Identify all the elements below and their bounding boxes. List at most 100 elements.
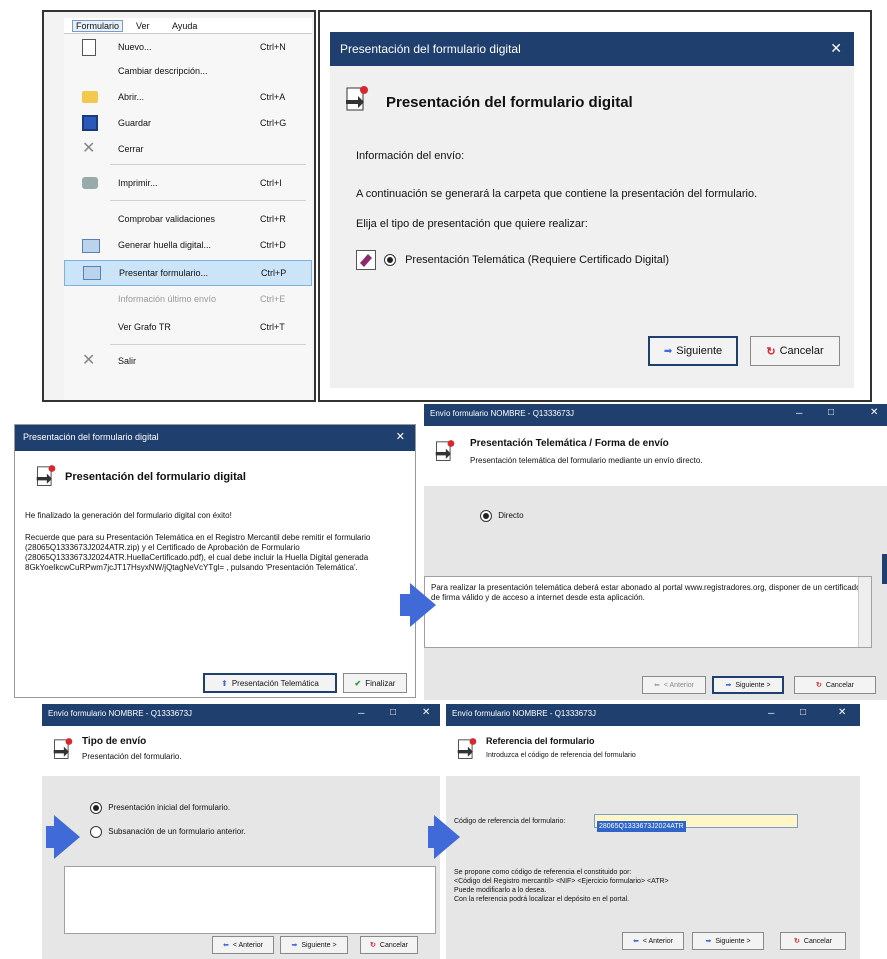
minimize-icon[interactable]: ─ [358,708,364,718]
option-directo[interactable]: Directo [480,510,524,522]
dialog-title: Presentación del formulario digital [23,432,159,442]
minimize-icon[interactable]: ─ [796,408,802,418]
send-form-icon [83,266,101,280]
wizard-titlebar: Envío formulario NOMBRE - Q1333673J ─ □ … [424,404,887,426]
menu-bar-formulario[interactable]: Formulario [72,20,124,32]
arrow-left-icon: ⬅ [653,682,660,689]
close-icon[interactable]: ✕ [422,707,430,718]
cancelar-button[interactable]: ↻ Cancelar [750,336,840,366]
dialog-titlebar: Presentación del formulario digital ✕ [330,32,854,66]
wizard-heading: Tipo de envío [82,736,147,747]
siguiente-button[interactable]: ➡ Siguiente [648,336,738,366]
wizard-titlebar: Envío formulario NOMBRE - Q1333673J ─ □ … [42,704,440,726]
portal-note-text: Para realizar la presentación telemática… [431,583,861,602]
menu-item-comprobar-validaciones[interactable]: Comprobar validaciones Ctrl+R [64,208,312,230]
info-line-2: Elija el tipo de presentación que quiere… [356,218,588,230]
menu-item-presentar-formulario[interactable]: Presentar formulario... Ctrl+P [64,260,312,286]
maximize-icon[interactable]: □ [800,707,806,718]
finalizar-button[interactable]: ✔ Finalizar [343,673,407,693]
presentacion-telematica-button[interactable]: ⬆ Presentación Telemática [203,673,337,693]
menu-item-ver-grafo-tr[interactable]: Ver Grafo TR Ctrl+T [64,316,312,338]
menu-separator [110,164,306,165]
cancel-icon: ↻ [816,682,822,689]
anterior-button[interactable]: ⬅ < Anterior [622,932,684,950]
menu-separator [110,200,306,201]
radio-telematica[interactable] [384,254,396,267]
maximize-icon[interactable]: □ [390,707,396,718]
cancel-icon: ↻ [766,345,776,358]
close-icon[interactable]: ✕ [830,40,842,57]
fingerprint-document-icon [82,239,100,253]
wizard-titlebar: Envío formulario NOMBRE - Q1333673J ─ □ … [446,704,860,726]
radio-directo[interactable] [480,510,492,522]
dialog-title: Presentación del formulario digital [340,42,521,56]
menu-bar-ver[interactable]: Ver [136,21,150,31]
wizard-header: Tipo de envío Presentación del formulari… [42,726,440,776]
reference-note: Se propone como código de referencia el … [454,869,669,903]
option-subsanacion[interactable]: Subsanación de un formulario anterior. [90,826,246,838]
envio-wizard-referencia: Envío formulario NOMBRE - Q1333673J ─ □ … [446,704,860,959]
form-arrow-icon [456,738,478,764]
telematica-book-icon [356,250,376,270]
option-subsanacion-label: Subsanación de un formulario anterior. [108,827,246,837]
dialog-heading: Presentación del formulario digital [386,94,633,111]
cancelar-button[interactable]: ↻ Cancelar [794,676,876,694]
siguiente-button[interactable]: ➡ Siguiente > [692,932,764,950]
form-arrow-icon [434,440,456,466]
menu-item-guardar[interactable]: Guardar Ctrl+G [64,112,312,134]
exit-x-icon: ✕ [82,352,96,369]
printer-icon [82,177,98,189]
wizard-title: Envío formulario NOMBRE - Q1333673J [48,709,193,718]
wizard-subheading: Introduzca el código de referencia del f… [486,752,636,759]
menu-bar: Formulario Ver Ayuda [64,18,312,34]
reference-input[interactable]: 28065Q1333673J2024ATR [594,814,798,832]
menu-item-imprimir[interactable]: Imprimir... Ctrl+I [64,172,312,194]
cancelar-button[interactable]: ↻ Cancelar [360,936,418,954]
menu-item-cerrar[interactable]: ✕ Cerrar [64,138,312,160]
form-arrow-icon [52,738,74,764]
form-arrow-icon [344,86,368,112]
menu-item-informacion-ultimo-envio: Información último envío Ctrl+E [118,294,286,304]
wizard-heading: Presentación Telemática / Forma de envío [470,438,669,449]
arrow-right-icon: ➡ [663,345,673,357]
note-scrollbar[interactable] [858,577,871,647]
menu-item-salir[interactable]: ✕ Salir [64,350,312,372]
wizard-title: Envío formulario NOMBRE - Q1333673J [430,409,575,418]
dialog-titlebar: Presentación del formulario digital ✕ [15,425,415,451]
check-icon: ✔ [354,678,362,688]
anterior-button[interactable]: ⬅ < Anterior [212,936,274,954]
menu-item-generar-huella[interactable]: Generar huella digital... Ctrl+D [64,234,312,256]
info-line-1: A continuación se generará la carpeta qu… [356,188,758,200]
close-icon[interactable]: ✕ [396,430,405,443]
wizard-header: Referencia del formulario Introduzca el … [446,726,860,776]
dialog-heading: Presentación del formulario digital [65,471,246,483]
arrow-right-icon: ➡ [705,938,712,945]
minimize-icon[interactable]: ─ [768,708,774,718]
presentacion-dialog-1: Presentación del formulario digital ✕ Pr… [318,10,872,402]
close-icon[interactable]: ✕ [870,407,878,418]
cancelar-button[interactable]: ↻ Cancelar [780,932,846,950]
close-icon[interactable]: ✕ [838,707,846,718]
menu-separator [110,344,306,345]
option-presentacion-inicial[interactable]: Presentación inicial del formulario. [90,802,230,814]
radio-presentacion-inicial[interactable] [90,802,102,814]
cancel-icon: ↻ [794,938,800,945]
option-telematica-label: Presentación Telemática (Requiere Certif… [405,254,669,266]
option-telematica[interactable]: Presentación Telemática (Requiere Certif… [384,254,669,267]
wizard-heading: Referencia del formulario [486,736,595,746]
close-x-icon: ✕ [82,140,96,157]
success-text: He finalizado la generación del formular… [25,511,232,520]
maximize-icon[interactable]: □ [828,407,834,418]
siguiente-button[interactable]: ➡ Siguiente > [280,936,348,954]
siguiente-button[interactable]: ➡ Siguiente > [712,676,784,694]
menu-item-abrir[interactable]: Abrir... Ctrl+A [64,86,312,108]
menu-item-cambiar-descripcion[interactable]: Cambiar descripción... [64,60,312,82]
portal-note: Para realizar la presentación telemática… [424,576,872,648]
menu-bar-ayuda[interactable]: Ayuda [172,21,197,31]
radio-subsanacion[interactable] [90,826,102,838]
menu-item-nuevo[interactable]: Nuevo... Ctrl+N [64,36,312,58]
upload-icon: ⬆ [221,678,228,688]
reference-input-value: 28065Q1333673J2024ATR [597,821,686,832]
formulario-menu-window: Formulario Ver Ayuda Nuevo... Ctrl+N Cam… [42,10,316,402]
save-disk-icon [82,115,98,131]
